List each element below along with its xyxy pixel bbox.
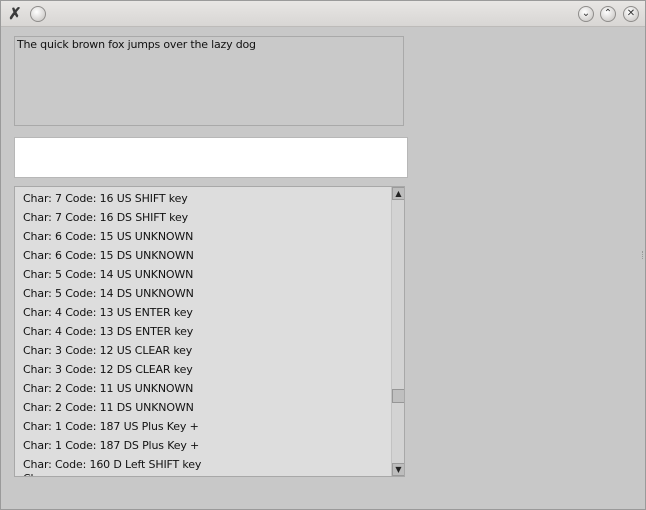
scroll-down-button[interactable]: ▼	[392, 463, 404, 476]
chevron-down-icon: ⌄	[581, 8, 591, 19]
x-app-icon[interactable]: ✗	[6, 5, 24, 23]
list-item[interactable]: Char: 4 Code: 13 DS ENTER key	[23, 322, 193, 341]
scrollbar-thumb[interactable]	[392, 389, 404, 403]
list-item[interactable]: Char: 6 Code: 15 US UNKNOWN	[23, 227, 193, 246]
vertical-scrollbar[interactable]: ▲ ▼	[391, 187, 404, 476]
chevron-up-icon: ⌃	[603, 8, 613, 19]
sticky-button[interactable]	[30, 6, 46, 22]
resize-grip[interactable]	[642, 251, 646, 259]
list-item[interactable]: Char: 4 Code: 13 US ENTER key	[23, 303, 193, 322]
list-item[interactable]: Char: 1 Code: 187 DS Plus Key +	[23, 436, 199, 455]
list-item[interactable]: Char: 3 Code: 12 DS CLEAR key	[23, 360, 193, 379]
minimize-button[interactable]: ⌄	[578, 6, 594, 22]
list-item[interactable]: Char: 5 Code: 14 US UNKNOWN	[23, 265, 193, 284]
list-item[interactable]: Char: 7 Code: 16 DS SHIFT key	[23, 208, 188, 227]
text-display-area[interactable]: The quick brown fox jumps over the lazy …	[14, 36, 404, 126]
close-icon: ✕	[626, 8, 636, 19]
list-item[interactable]: Char: 5 Code: 14 DS UNKNOWN	[23, 284, 194, 303]
list-item[interactable]: Char: 3 Code: 12 US CLEAR key	[23, 341, 192, 360]
scroll-up-button[interactable]: ▲	[392, 187, 404, 200]
text-entry-field[interactable]	[14, 137, 408, 178]
list-item[interactable]: Char: 1 Code: 187 US Plus Key +	[23, 417, 199, 436]
list-item[interactable]: Char: 6 Code: 15 DS UNKNOWN	[23, 246, 194, 265]
maximize-button[interactable]: ⌃	[600, 6, 616, 22]
application-window: ✗ ⌄ ⌃ ✕ The quick brown fox jumps over t…	[0, 0, 646, 510]
list-item[interactable]: Char: 7 Code: 16 US SHIFT key	[23, 189, 188, 208]
close-button[interactable]: ✕	[623, 6, 639, 22]
key-event-rows: Char: 7 Code: 16 US SHIFT key Char: 7 Cod…	[15, 187, 390, 476]
text-display-value: The quick brown fox jumps over the lazy …	[17, 38, 256, 51]
list-item[interactable]: Char: 2 Code: 11 US UNKNOWN	[23, 379, 193, 398]
title-bar[interactable]: ✗ ⌄ ⌃ ✕	[1, 1, 645, 27]
list-item[interactable]: Char:	[23, 469, 52, 476]
key-event-list[interactable]: Char: 7 Code: 16 US SHIFT key Char: 7 Cod…	[14, 186, 405, 477]
list-item[interactable]: Char: 2 Code: 11 DS UNKNOWN	[23, 398, 194, 417]
